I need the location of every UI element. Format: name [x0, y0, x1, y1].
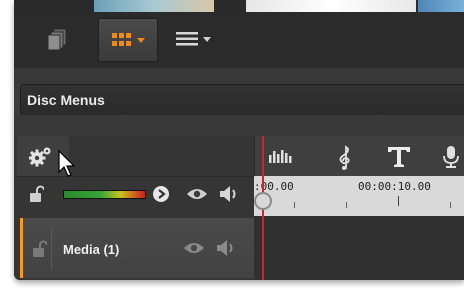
disc-menus-bar[interactable]: Disc Menus: [20, 84, 464, 116]
timeline-ruler[interactable]: :00.00 00:00:10.00: [254, 176, 464, 216]
timeline-toolbar: [254, 136, 464, 176]
timeline-panel: :00.00 00:00:10.00: [254, 136, 464, 280]
stack-view-button[interactable]: [38, 18, 78, 60]
stack-icon: [47, 28, 67, 51]
panel-spacer: [14, 115, 464, 136]
list-view-button[interactable]: [166, 18, 220, 60]
speaker-icon[interactable]: [215, 238, 237, 258]
ruler-tick: [398, 196, 399, 206]
media-track-row[interactable]: Media (1): [20, 218, 257, 278]
chevron-down-icon: [136, 37, 145, 43]
panel-spacer: [14, 68, 464, 84]
ruler-tick: [346, 202, 347, 208]
chevron-down-icon: [202, 36, 211, 42]
music-clef-icon[interactable]: [337, 144, 353, 170]
audio-levels-icon[interactable]: [269, 149, 293, 163]
gear-icon: [29, 147, 51, 167]
grid-view-icon: [111, 33, 131, 46]
ruler-label: 00:00:10.00: [358, 180, 431, 193]
thumbnail-strip: [14, 0, 464, 13]
microphone-icon[interactable]: [443, 145, 459, 169]
ruler-label: :00.00: [254, 180, 294, 193]
speaker-icon[interactable]: [218, 184, 240, 204]
timeline-track-area[interactable]: [254, 216, 464, 280]
track-name: Media (1): [63, 242, 120, 257]
grid-view-button[interactable]: [98, 18, 158, 62]
application-window: Disc Menus Media (1):00.00 00:00:10.00: [14, 0, 464, 280]
mouse-cursor-icon: [58, 150, 76, 177]
title-text-icon[interactable]: [387, 146, 411, 168]
master-track-controls: [14, 180, 254, 212]
ruler-tick: [294, 202, 295, 208]
playhead-handle[interactable]: [254, 192, 272, 210]
eye-icon[interactable]: [183, 241, 205, 255]
eye-icon[interactable]: [186, 187, 208, 201]
play-icon[interactable]: [152, 185, 170, 203]
track-divider: [51, 228, 52, 270]
list-view-icon: [175, 32, 198, 46]
audio-level-meter: [63, 190, 146, 199]
ruler-tick: [450, 202, 451, 208]
disc-menus-title: Disc Menus: [27, 92, 105, 108]
lock-icon[interactable]: [31, 240, 47, 258]
view-toolbar: [14, 12, 464, 69]
lock-icon[interactable]: [28, 185, 44, 203]
